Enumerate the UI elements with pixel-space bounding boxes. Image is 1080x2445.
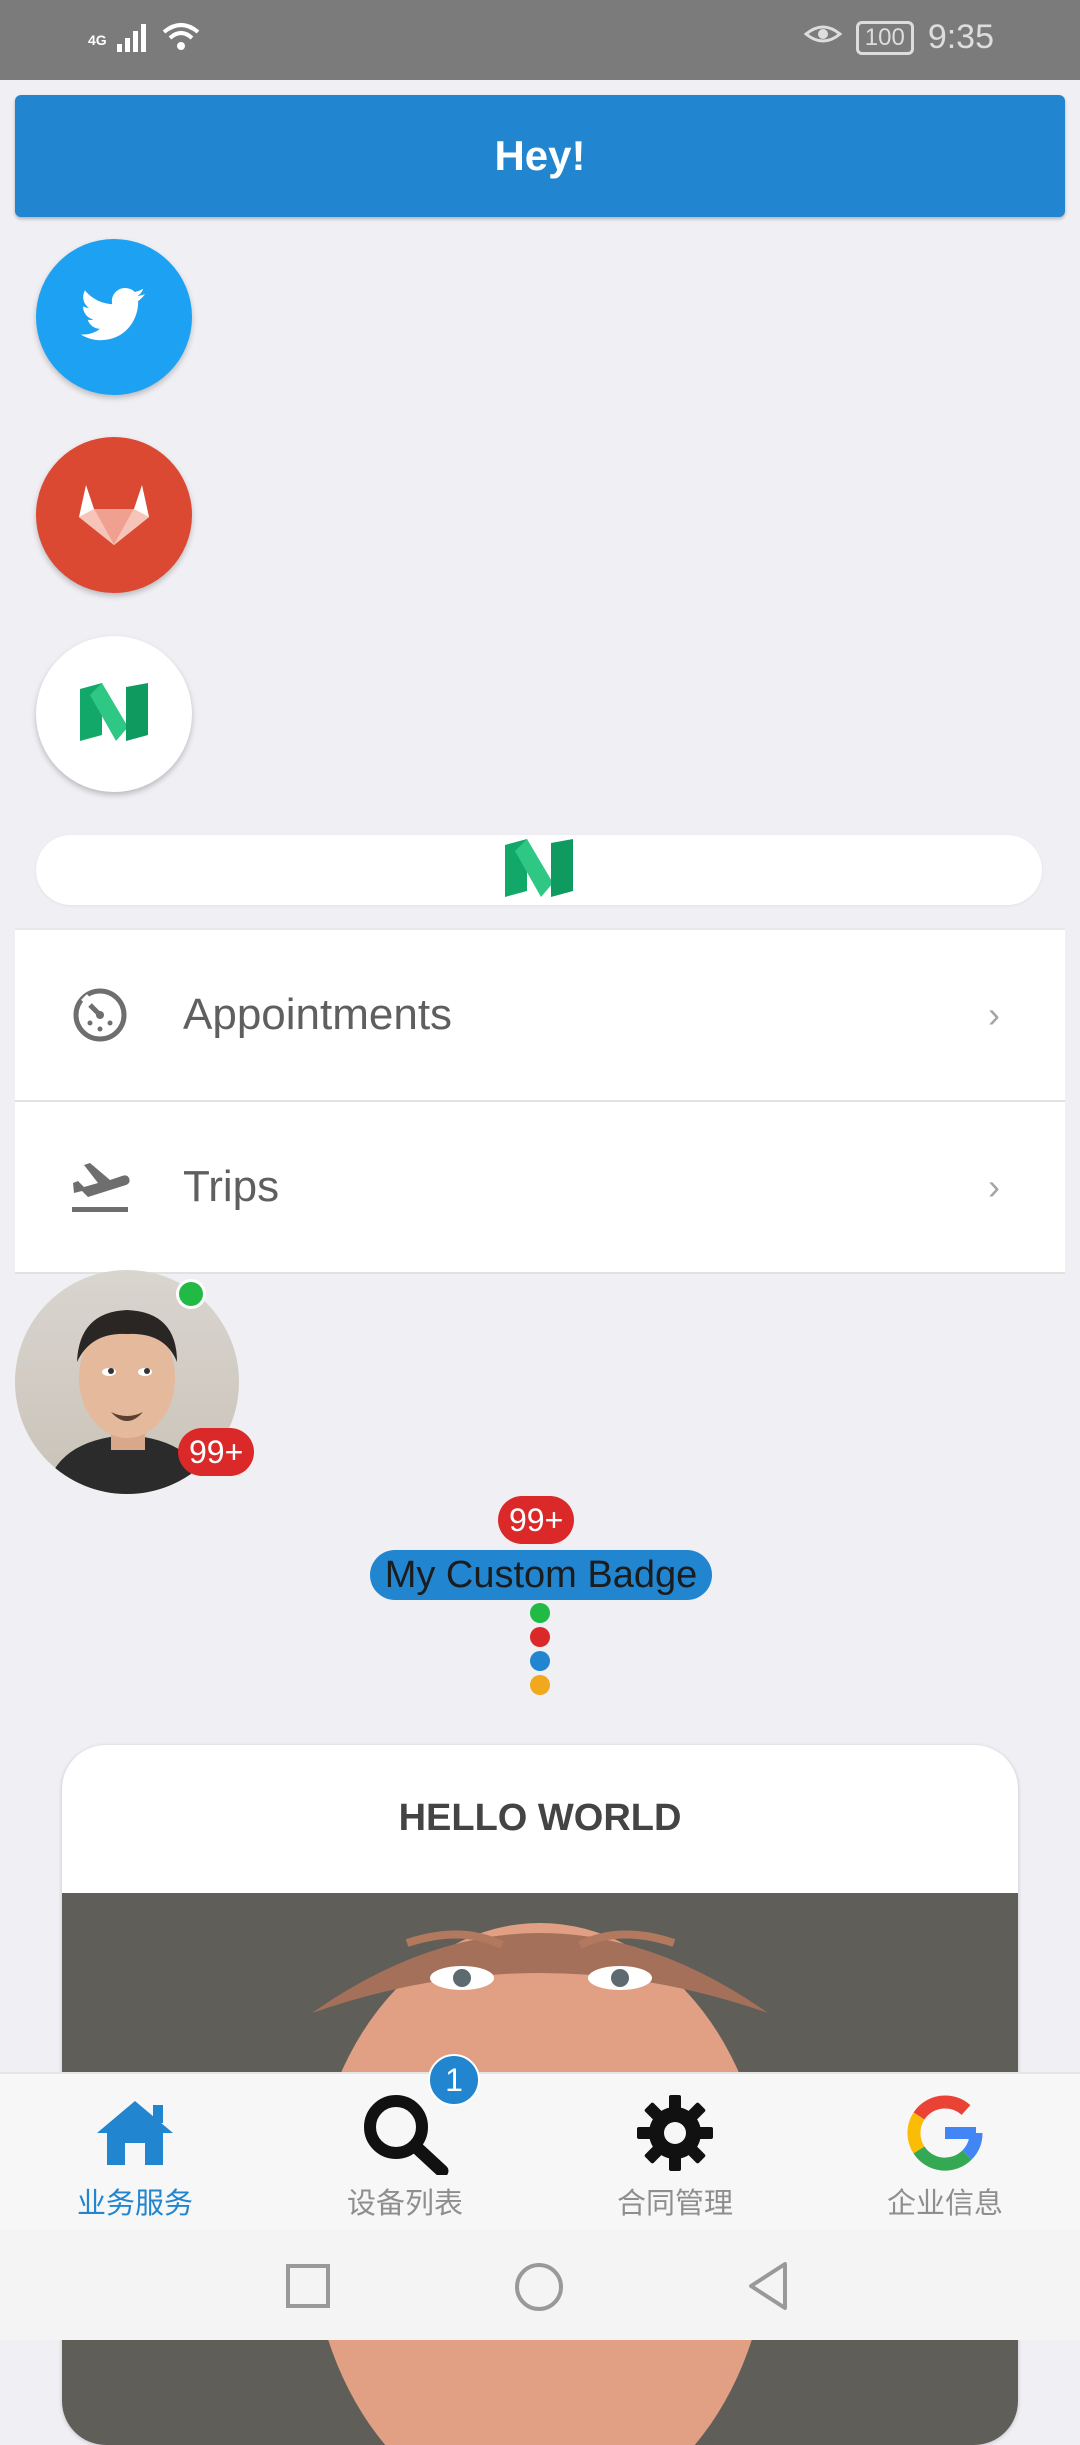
circle-nav-icon[interactable] [513,2261,565,2318]
tab-notification-badge: 1 [428,2054,480,2106]
tab-company-info[interactable]: 企业信息 [810,2074,1080,2232]
medium-m-icon [78,681,150,748]
tab-label: 业务服务 [76,2188,193,2220]
twitter-bird-icon [80,287,147,348]
list-item-label: Appointments [183,990,453,1039]
clock-time: 9:35 [927,18,994,56]
list-item-appointments[interactable]: Appointments › [15,928,1065,1102]
status-dot-orange [530,1675,550,1695]
search-icon [360,2088,450,2178]
eye-icon [803,18,843,57]
tab-business-services[interactable]: 业务服务 [0,2074,270,2232]
medium-wide-button[interactable] [36,835,1042,905]
tab-label: 设备列表 [346,2188,463,2220]
tab-device-list[interactable]: 1 设备列表 [270,2054,540,2232]
tab-contract-management[interactable]: 合同管理 [540,2074,810,2232]
list-item-trips[interactable]: Trips › [15,1102,1065,1274]
gitlab-button[interactable] [36,437,192,593]
network-label: 4G [88,31,107,48]
status-left: 4G [88,22,201,57]
avatar-count-badge: 99+ [178,1428,255,1476]
status-dot-green [530,1603,550,1623]
status-bar: 4G 100 9:35 [0,0,1080,80]
status-dot-red [530,1627,550,1647]
custom-badge[interactable]: My Custom Badge [370,1550,712,1600]
battery-icon: 100 [855,20,914,55]
medium-m-icon [503,837,575,904]
wifi-icon [161,22,201,57]
gear-icon [630,2088,720,2178]
clock-dial-icon [65,980,135,1050]
tab-label: 合同管理 [616,2188,733,2220]
system-nav-bar [0,2230,1080,2340]
plane-departure-icon [65,1152,135,1222]
hey-button[interactable]: Hey! [15,95,1065,217]
google-icon [900,2088,990,2178]
chevron-right-icon: › [988,994,1000,1035]
chevron-right-icon: › [988,1166,1000,1207]
home-icon [90,2088,180,2178]
back-nav-icon[interactable] [745,2260,791,2317]
tab-label: 企业信息 [886,2188,1003,2220]
signal-icon [116,22,151,57]
list-item-label: Trips [183,1162,280,1211]
gitlab-fox-icon [77,479,151,552]
bottom-tab-bar: 业务服务 1 设备列表 合同管理 企业信息 [0,2054,1080,2232]
menu-list: Appointments › Trips › [15,928,1065,1274]
online-indicator [176,1279,206,1309]
status-right: 100 9:35 [803,18,994,57]
card-title: HELLO WORLD [398,1797,682,1839]
square-nav-icon[interactable] [285,2263,331,2314]
custom-count-badge: 99+ [498,1496,575,1544]
status-dot-blue [530,1651,550,1671]
twitter-button[interactable] [36,239,192,395]
medium-button[interactable] [36,636,192,792]
